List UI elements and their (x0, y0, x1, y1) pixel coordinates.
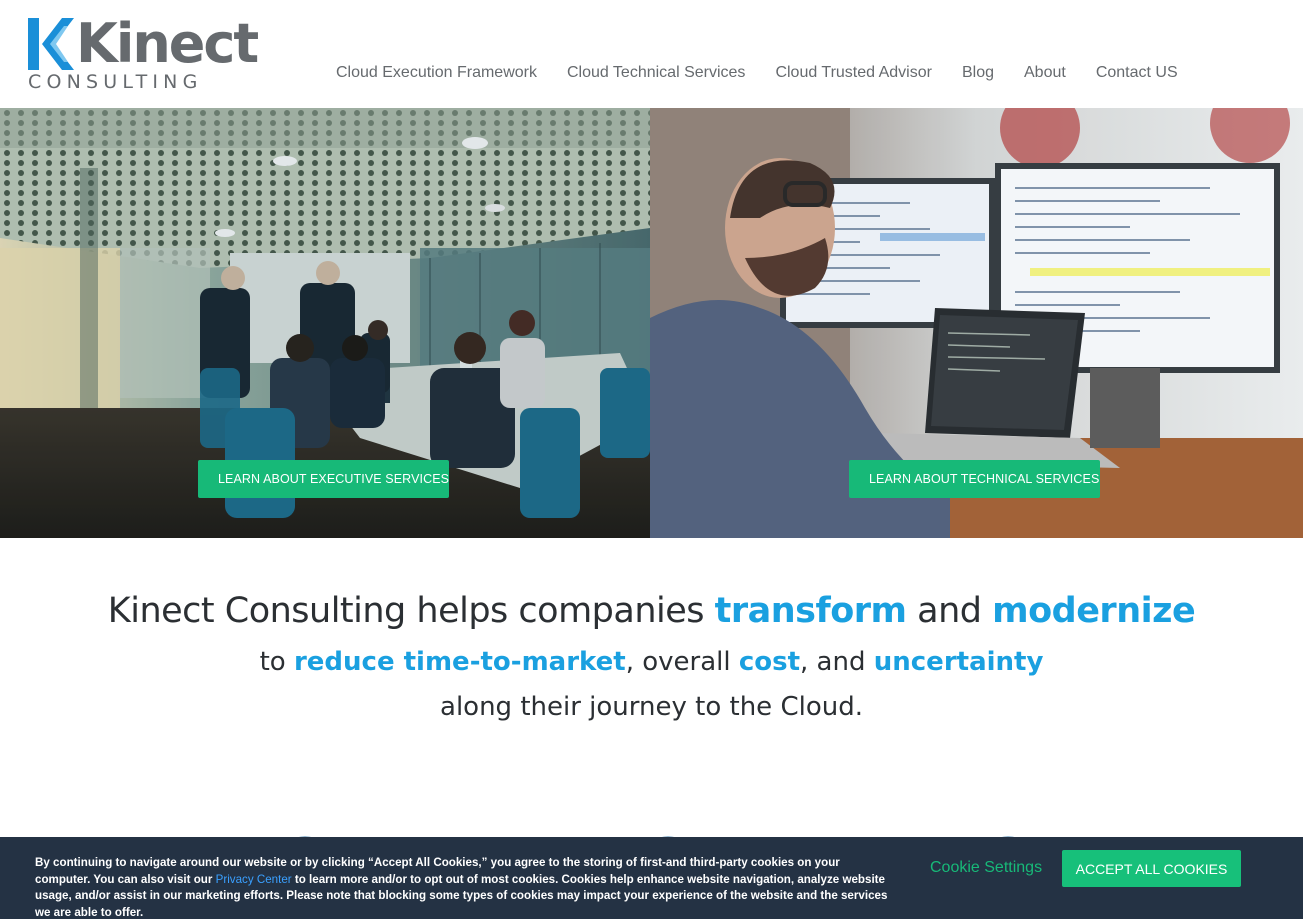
technical-services-panel: LEARN ABOUT TECHNICAL SERVICES (650, 108, 1303, 538)
tagline-line-2: to reduce time-to-market, overall cost, … (0, 639, 1303, 685)
tagline-highlight: transform (714, 591, 907, 631)
executive-services-panel: LEARN ABOUT EXECUTIVE SERVICES (0, 108, 650, 538)
tagline-line-1: Kinect Consulting helps companies transf… (0, 585, 1303, 637)
tagline-text: , overall (625, 647, 739, 677)
tagline-text: and (906, 591, 993, 631)
privacy-center-link[interactable]: Privacy Center (216, 873, 292, 886)
learn-executive-services-button[interactable]: LEARN ABOUT EXECUTIVE SERVICES (198, 460, 449, 498)
logo[interactable]: Kinect CONSULTING (28, 14, 259, 98)
kinect-k-icon (28, 18, 74, 70)
hero-banner: LEARN ABOUT EXECUTIVE SERVICES LEARN ABO… (0, 108, 1303, 538)
nav-cloud-trusted-advisor[interactable]: Cloud Trusted Advisor (775, 64, 932, 82)
tagline-line-3: along their journey to the Cloud. (440, 692, 863, 722)
nav-cloud-execution-framework[interactable]: Cloud Execution Framework (336, 64, 537, 82)
tagline-highlight: cost (738, 647, 801, 677)
tagline-highlight: modernize (992, 591, 1196, 631)
logo-wordmark: Kinect (76, 12, 259, 75)
cookie-notice-text: By continuing to navigate around our web… (35, 855, 895, 919)
tagline-text: Kinect Consulting helps companies (107, 591, 715, 631)
tagline-highlight: uncertainty (873, 647, 1044, 677)
nav-blog[interactable]: Blog (962, 64, 994, 82)
learn-technical-services-button[interactable]: LEARN ABOUT TECHNICAL SERVICES (849, 460, 1100, 498)
nav-cloud-technical-services[interactable]: Cloud Technical Services (567, 64, 745, 82)
logo-subtitle: CONSULTING (28, 71, 203, 93)
tagline-highlight: reduce time-to-market (293, 647, 626, 677)
cookie-settings-button[interactable]: Cookie Settings (930, 859, 1042, 877)
site-header: Kinect CONSULTING Cloud Execution Framew… (0, 0, 1303, 108)
tagline: Kinect Consulting helps companies transf… (0, 585, 1303, 729)
tagline-text: to (259, 647, 294, 677)
nav-about[interactable]: About (1024, 64, 1066, 82)
accept-all-cookies-button[interactable]: ACCEPT ALL COOKIES (1062, 850, 1241, 887)
tagline-text: , and (800, 647, 874, 677)
main-nav: Cloud Execution Framework Cloud Technica… (336, 64, 1208, 82)
cookie-consent-bar: By continuing to navigate around our web… (0, 837, 1303, 919)
nav-contact-us[interactable]: Contact US (1096, 64, 1178, 82)
